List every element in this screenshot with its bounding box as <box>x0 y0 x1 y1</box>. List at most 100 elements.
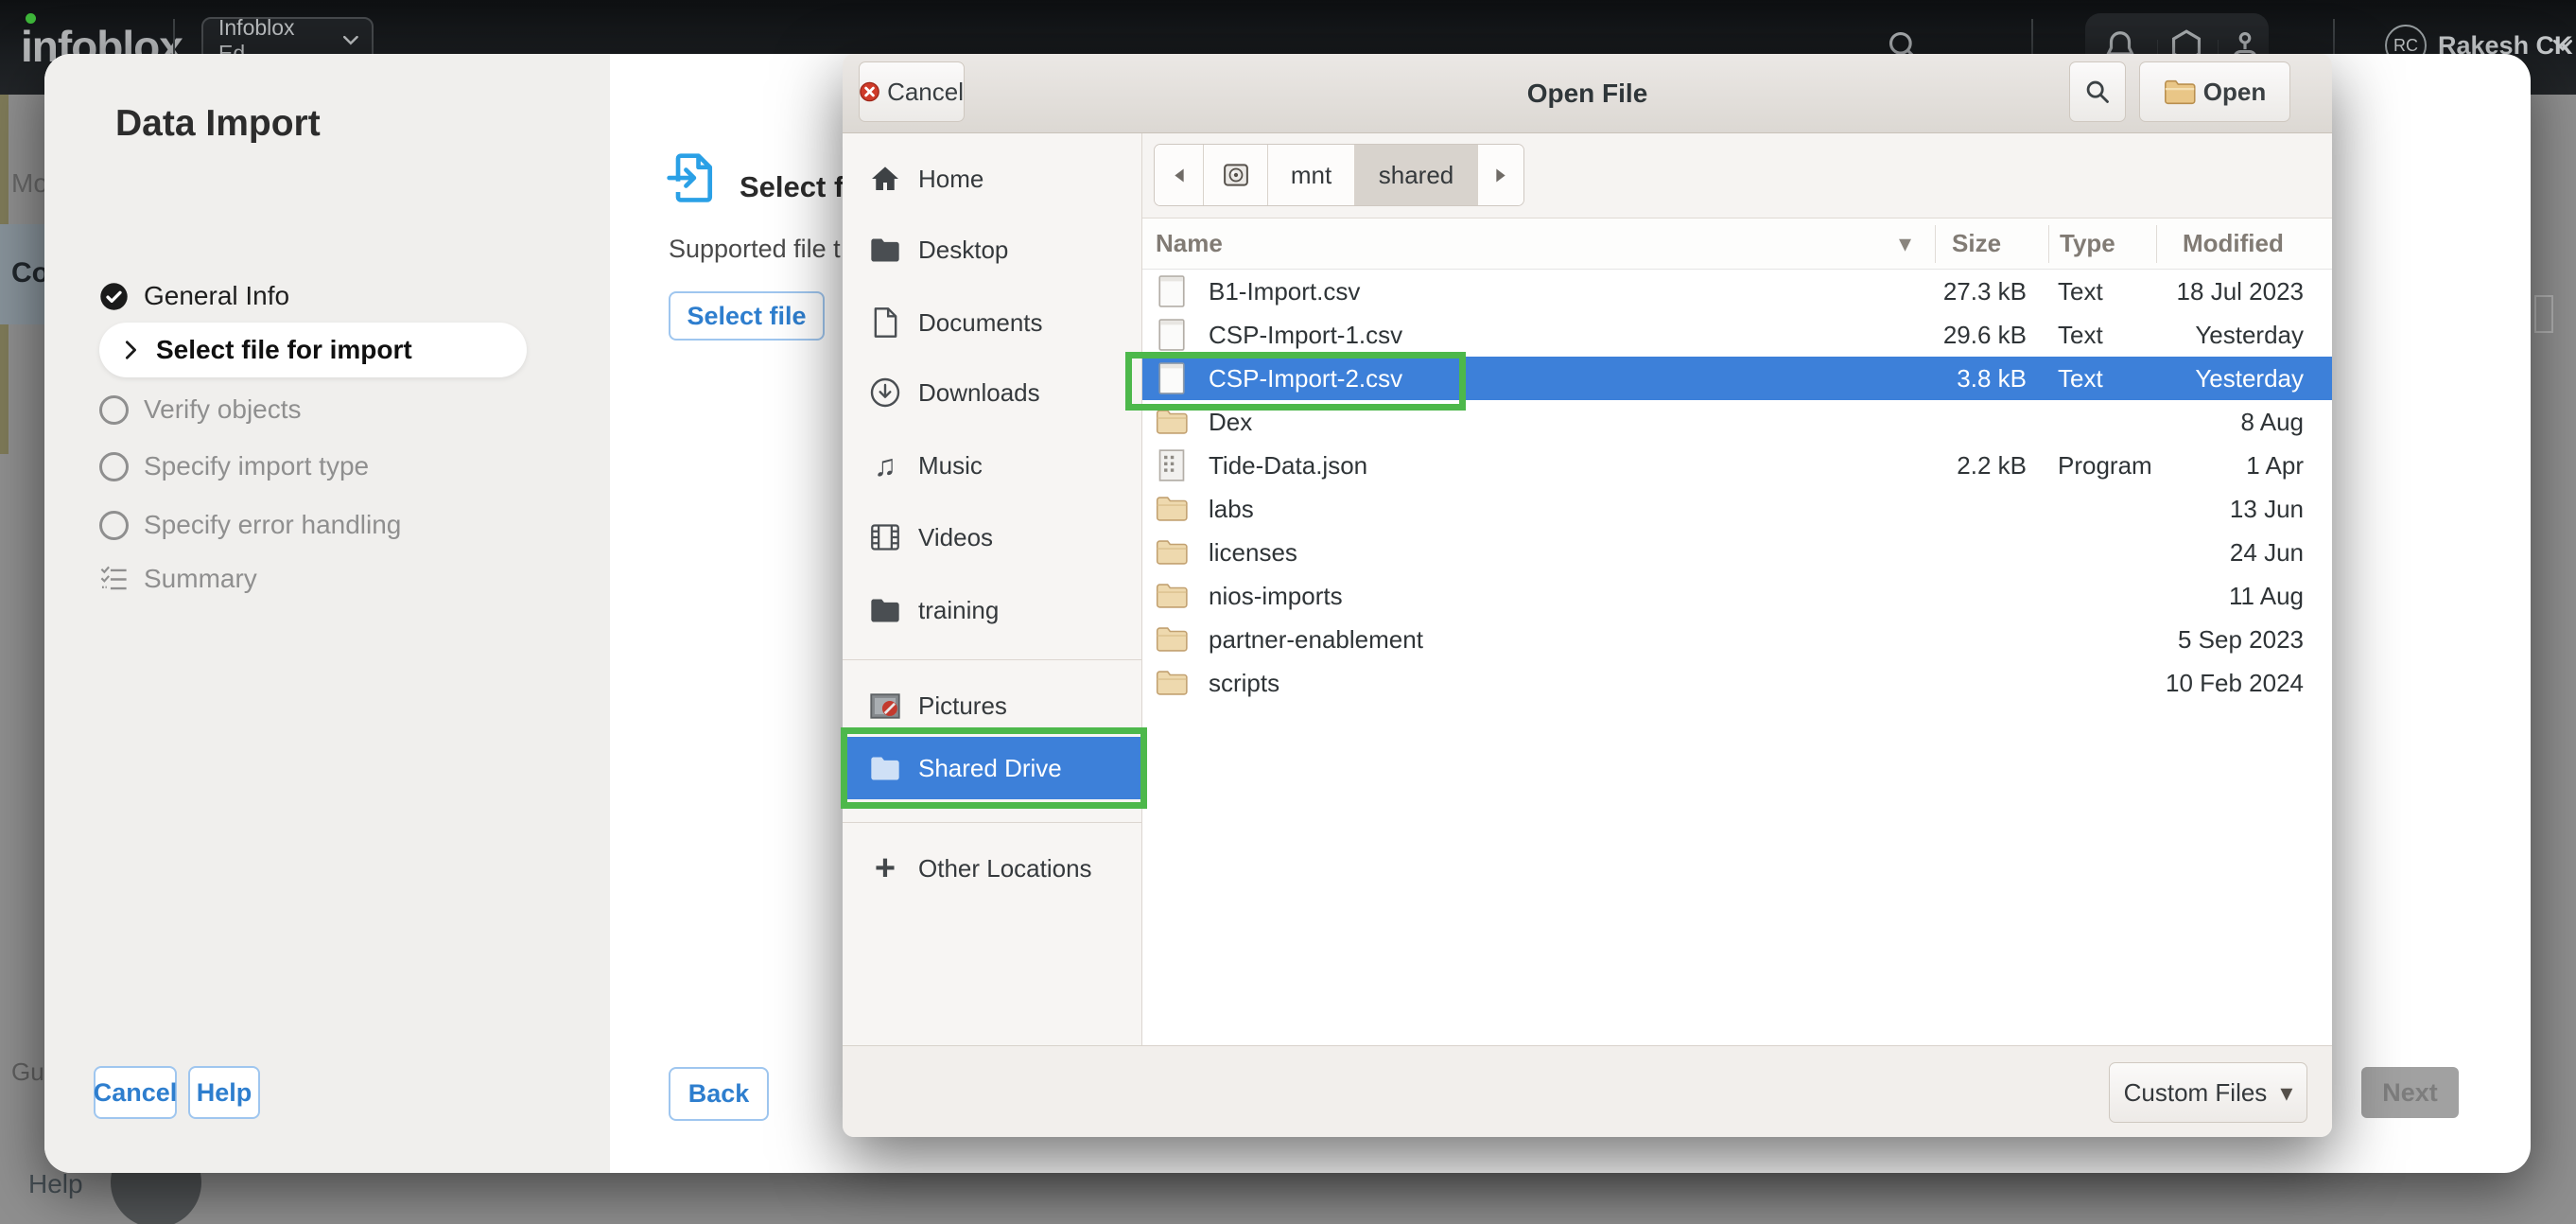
chevron-down-icon <box>343 36 358 45</box>
background-edge-element <box>2534 295 2553 333</box>
annotation-highlight-shared-drive <box>841 727 1147 809</box>
file-row[interactable]: CSP-Import-1.csv 29.6 kB Text Yesterday <box>1142 313 2332 357</box>
column-type[interactable]: Type <box>2060 229 2115 258</box>
step-label: Summary <box>144 564 257 594</box>
file-size: 2.2 kB <box>1871 444 2027 487</box>
sidebar-item-desktop[interactable]: Desktop <box>843 219 1142 281</box>
folder-row[interactable]: scripts 10 Feb 2024 <box>1142 661 2332 705</box>
folder-row[interactable]: nios-imports 11 Aug <box>1142 574 2332 618</box>
folder-icon <box>869 594 901 626</box>
screen: infoblox Infoblox Ed... RC Rakesh CK Mo … <box>0 0 2576 1224</box>
sidebar-label: Desktop <box>918 236 1008 265</box>
sidebar-separator <box>843 659 1142 660</box>
folder-icon <box>869 234 901 266</box>
open-file-dialog: Open File Cancel Open Home Desktop Docum <box>843 54 2332 1137</box>
wizard-step-general-info[interactable]: General Info <box>99 271 289 322</box>
path-segment-label: mnt <box>1291 161 1332 190</box>
wizard-step-summary[interactable]: Summary <box>99 553 257 604</box>
filesystem-drive-button[interactable] <box>1204 145 1268 205</box>
path-back-button[interactable] <box>1155 145 1204 205</box>
column-divider[interactable] <box>2048 225 2049 263</box>
sidebar-item-documents[interactable]: Documents <box>843 291 1142 354</box>
sidebar-item-videos[interactable]: Videos <box>843 506 1142 568</box>
sidebar-label: Documents <box>918 308 1043 338</box>
file-filter-label: Custom Files <box>2124 1078 2268 1108</box>
file-name: B1-Import.csv <box>1209 270 1360 313</box>
cancel-button[interactable]: Cancel <box>94 1066 177 1119</box>
dialog-open-button[interactable]: Open <box>2139 61 2290 122</box>
file-filter-dropdown[interactable]: Custom Files ▾ <box>2109 1062 2307 1123</box>
dropdown-arrow-icon: ▾ <box>2280 1078 2292 1108</box>
sidebar-label: Pictures <box>918 691 1007 721</box>
sidebar-label: training <box>918 596 999 625</box>
wizard-step-select-file[interactable]: Select file for import <box>99 323 527 377</box>
step-done-check-icon <box>99 282 129 311</box>
file-import-icon <box>667 151 718 206</box>
sidebar-label: Music <box>918 451 983 481</box>
help-button[interactable]: Help <box>188 1066 260 1119</box>
sort-descending-icon[interactable]: ▾ <box>1899 229 1911 258</box>
column-divider[interactable] <box>1935 225 1936 263</box>
dialog-cancel-button[interactable]: Cancel <box>859 61 965 122</box>
sidebar-item-home[interactable]: Home <box>843 148 1142 210</box>
path-button-group: mnt shared <box>1154 144 1524 206</box>
sidebar-item-downloads[interactable]: Downloads <box>843 361 1142 424</box>
folder-row[interactable]: labs 13 Jun <box>1142 487 2332 531</box>
file-name: CSP-Import-1.csv <box>1209 313 1402 357</box>
file-modified: 5 Sep 2023 <box>2115 618 2304 661</box>
step-radio-icon <box>99 511 129 540</box>
file-modified: 10 Feb 2024 <box>2115 661 2304 705</box>
wizard-step-error-handling[interactable]: Specify error handling <box>99 499 401 551</box>
chevron-down-icon[interactable] <box>2553 40 2572 52</box>
file-modified: 8 Aug <box>2115 400 2304 444</box>
column-size[interactable]: Size <box>1952 229 2001 258</box>
folder-icon <box>1156 406 1188 438</box>
file-name: labs <box>1209 487 1254 531</box>
file-name: licenses <box>1209 531 1297 574</box>
next-button-disabled[interactable]: Next <box>2361 1067 2459 1118</box>
dialog-action-bar: Custom Files ▾ <box>843 1045 2332 1137</box>
file-name: nios-imports <box>1209 574 1343 618</box>
file-row[interactable]: B1-Import.csv 27.3 kB Text 18 Jul 2023 <box>1142 270 2332 313</box>
step-radio-icon <box>99 395 129 425</box>
column-name[interactable]: Name <box>1156 229 1223 258</box>
path-segment-label: shared <box>1379 161 1454 190</box>
path-bar: mnt shared <box>1142 133 2332 219</box>
home-icon <box>869 163 901 195</box>
wizard-step-verify-objects[interactable]: Verify objects <box>99 384 302 435</box>
file-modified: 1 Apr <box>2115 444 2304 487</box>
path-segment-mnt[interactable]: mnt <box>1268 145 1355 205</box>
column-modified[interactable]: Modified <box>2183 229 2284 258</box>
summary-checklist-icon <box>99 565 129 594</box>
dialog-search-button[interactable] <box>2069 61 2126 122</box>
file-size <box>1871 661 2027 705</box>
step-radio-icon <box>99 452 129 481</box>
column-divider[interactable] <box>2156 225 2157 263</box>
search-icon <box>2084 79 2111 105</box>
annotation-highlight-csp-import-2 <box>1125 352 1466 411</box>
sidebar-item-other-locations[interactable]: + Other Locations <box>843 837 1142 900</box>
back-button[interactable]: Back <box>669 1067 769 1121</box>
sidebar-item-music[interactable]: ♫ Music <box>843 434 1142 497</box>
folder-row[interactable]: partner-enablement 5 Sep 2023 <box>1142 618 2332 661</box>
file-size <box>1871 487 2027 531</box>
file-row[interactable]: Tide-Data.json 2.2 kB Program 1 Apr <box>1142 444 2332 487</box>
wizard-step-import-type[interactable]: Specify import type <box>99 441 369 492</box>
csv-file-icon <box>1156 319 1188 351</box>
avatar-initials: RC <box>2393 36 2418 56</box>
sidebar-label: Downloads <box>918 378 1040 408</box>
path-segment-shared[interactable]: shared <box>1355 145 1478 205</box>
select-file-button[interactable]: Select file <box>669 291 825 341</box>
file-modified: 13 Jun <box>2115 487 2304 531</box>
file-modified: 24 Jun <box>2115 531 2304 574</box>
music-note-icon: ♫ <box>869 449 901 481</box>
step-label: Verify objects <box>144 394 302 425</box>
file-list-column-header: Name ▾ Size Type Modified <box>1142 219 2332 270</box>
folder-icon <box>1156 623 1188 656</box>
path-forward-button[interactable] <box>1478 145 1523 205</box>
sidebar-item-training[interactable]: training <box>843 579 1142 641</box>
film-icon <box>869 521 901 553</box>
page-title: Data Import <box>115 103 321 145</box>
folder-row[interactable]: licenses 24 Jun <box>1142 531 2332 574</box>
file-size: 27.3 kB <box>1871 270 2027 313</box>
